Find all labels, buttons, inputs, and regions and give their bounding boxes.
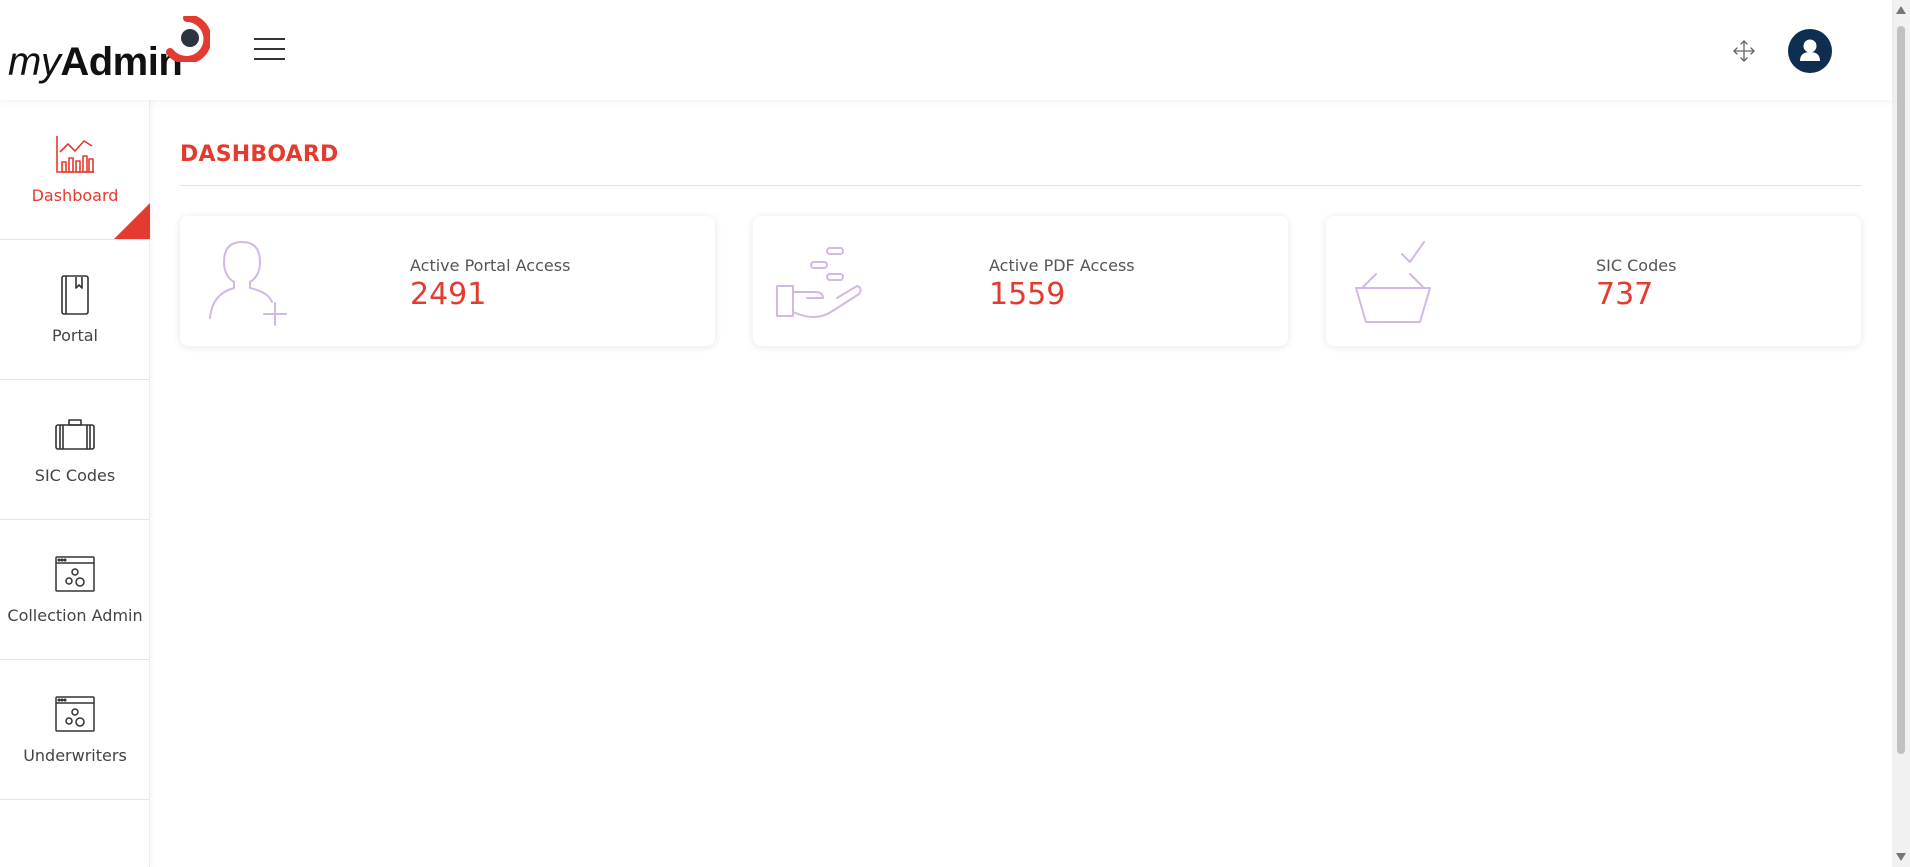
- sidebar-item-underwriters[interactable]: Underwriters: [0, 660, 150, 800]
- stat-cards: Active Portal Access 2491 Active PDF Acc…: [180, 216, 1862, 346]
- sidebar: Dashboard Portal SIC Codes Collection Ad…: [0, 100, 150, 867]
- sidebar-item-collection-admin[interactable]: Collection Admin: [0, 520, 150, 660]
- user-icon: [1800, 39, 1820, 61]
- main-content: DASHBOARD Active Portal Access 2491 Acti…: [180, 100, 1862, 346]
- stat-card-portal-access[interactable]: Active Portal Access 2491: [180, 216, 715, 346]
- scroll-up-icon[interactable]: [1896, 6, 1906, 14]
- stat-card-pdf-access[interactable]: Active PDF Access 1559: [753, 216, 1288, 346]
- sidebar-item-label: Underwriters: [23, 746, 127, 765]
- sidebar-item-label: Dashboard: [31, 186, 119, 205]
- logo-mark-icon: [166, 16, 210, 62]
- sidebar-item-label: Portal: [52, 326, 98, 345]
- card-value: 737: [1596, 277, 1654, 312]
- card-value: 2491: [410, 277, 487, 312]
- add-user-icon: [209, 241, 287, 326]
- app-logo[interactable]: myAdmin: [8, 16, 213, 86]
- card-label: Active PDF Access: [989, 256, 1135, 275]
- page-title: DASHBOARD: [180, 142, 339, 167]
- logo-text: myAdmin: [8, 40, 183, 84]
- window-gears-icon: [54, 694, 96, 736]
- user-avatar[interactable]: [1788, 29, 1832, 73]
- divider: [180, 185, 1862, 186]
- basket-check-icon: [1355, 241, 1431, 323]
- scrollbar-thumb[interactable]: [1897, 26, 1905, 754]
- top-header: myAdmin: [0, 0, 1892, 100]
- card-label: Active Portal Access: [410, 256, 571, 275]
- sidebar-item-label: SIC Codes: [34, 466, 116, 485]
- hamburger-icon[interactable]: [254, 38, 286, 62]
- expand-arrows-icon[interactable]: [1731, 38, 1757, 64]
- sidebar-item-portal[interactable]: Portal: [0, 240, 150, 380]
- card-value: 1559: [989, 277, 1066, 312]
- vertical-scrollbar[interactable]: [1892, 0, 1910, 867]
- briefcase-icon: [54, 414, 96, 456]
- chart-icon: [54, 134, 96, 176]
- stat-card-sic-codes[interactable]: SIC Codes 737: [1326, 216, 1861, 346]
- hand-coins-icon: [776, 247, 862, 318]
- sidebar-item-sic-codes[interactable]: SIC Codes: [0, 380, 150, 520]
- card-label: SIC Codes: [1596, 256, 1677, 275]
- sidebar-item-dashboard[interactable]: Dashboard: [0, 100, 150, 240]
- sidebar-item-label: Collection Admin: [7, 606, 143, 625]
- window-gears-icon: [54, 554, 96, 596]
- book-icon: [54, 274, 96, 316]
- scroll-down-icon[interactable]: [1896, 853, 1906, 861]
